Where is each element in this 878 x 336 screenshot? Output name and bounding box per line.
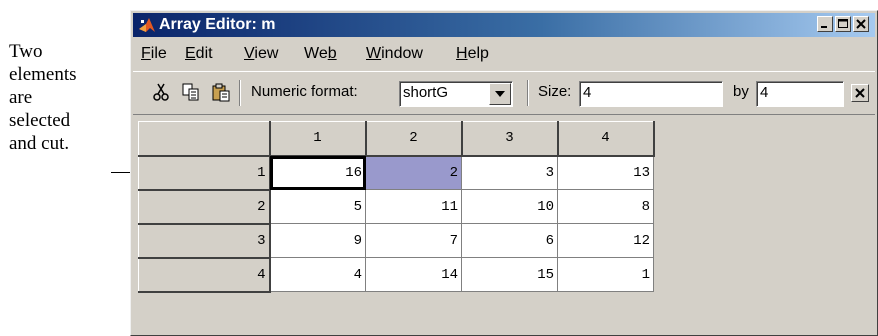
grid-cell[interactable]: 7 — [365, 223, 462, 258]
grid-cell[interactable]: 10 — [461, 189, 558, 224]
array-grid: 1 2 3 4 1 16 2 3 13 2 5 11 10 8 3 9 7 6 … — [138, 121, 655, 293]
grid-cell[interactable]: 13 — [557, 155, 654, 190]
row-header[interactable]: 2 — [138, 189, 271, 225]
column-header[interactable]: 3 — [461, 121, 559, 157]
menu-view[interactable]: View — [244, 41, 278, 67]
close-icon — [856, 19, 866, 29]
row-header[interactable]: 1 — [138, 155, 271, 191]
maximize-button[interactable] — [835, 16, 851, 32]
annotation-line: elements — [9, 64, 77, 85]
size-cols-value: 4 — [760, 84, 769, 101]
grid-corner[interactable] — [138, 121, 271, 157]
menu-window[interactable]: Window — [366, 41, 423, 67]
table-row: 4 4 14 15 1 — [138, 257, 654, 293]
table-row: 2 5 11 10 8 — [138, 189, 654, 225]
menu-help[interactable]: Help — [456, 41, 489, 67]
column-header[interactable]: 2 — [365, 121, 463, 157]
column-header[interactable]: 1 — [269, 121, 367, 157]
grid-cell[interactable]: 9 — [269, 223, 366, 258]
grid-cell[interactable]: 6 — [461, 223, 558, 258]
close-icon — [855, 88, 865, 98]
grid-cell[interactable]: 1 — [557, 257, 654, 292]
array-editor-window: Array Editor: m File Edit View Web Windo… — [130, 10, 878, 336]
menu-bar: File Edit View Web Window Help — [133, 41, 875, 67]
grid-cell[interactable]: 12 — [557, 223, 654, 258]
grid-cell[interactable]: 15 — [461, 257, 558, 292]
grid-cell[interactable]: 11 — [365, 189, 462, 224]
minimize-icon — [821, 26, 827, 28]
annotation-line: Two — [9, 41, 43, 62]
size-by-label: by — [733, 83, 749, 100]
menu-web[interactable]: Web — [304, 41, 337, 67]
size-rows-value: 4 — [583, 84, 592, 101]
paste-icon[interactable] — [211, 82, 231, 102]
grid-cell[interactable]: 5 — [269, 189, 366, 224]
size-label: Size: — [538, 83, 572, 100]
numeric-format-select[interactable]: shortG — [399, 81, 513, 107]
matlab-logo-icon — [139, 18, 155, 32]
window-title: Array Editor: m — [159, 16, 276, 33]
annotation-line: are — [9, 87, 33, 108]
menu-file[interactable]: File — [141, 41, 167, 67]
grid-cell[interactable]: 16 — [269, 155, 366, 190]
toolbar-separator — [239, 80, 241, 106]
copy-icon[interactable] — [181, 82, 201, 102]
numeric-format-value: shortG — [403, 84, 449, 101]
grid-cell-selected[interactable]: 2 — [365, 155, 462, 190]
close-editor-button[interactable] — [851, 84, 869, 102]
column-header[interactable]: 4 — [557, 121, 655, 157]
numeric-format-label: Numeric format: — [251, 83, 358, 100]
table-row: 3 9 7 6 12 — [138, 223, 654, 259]
column-header-row: 1 2 3 4 — [138, 121, 655, 157]
annotation-line: selected — [9, 110, 71, 131]
toolbar-separator — [527, 80, 529, 106]
chevron-down-icon — [495, 91, 505, 97]
minimize-button[interactable] — [817, 16, 833, 32]
row-header[interactable]: 4 — [138, 257, 271, 293]
numeric-format-dropdown-button[interactable] — [489, 83, 511, 105]
row-header[interactable]: 3 — [138, 223, 271, 259]
size-rows-input[interactable]: 4 — [579, 81, 723, 107]
size-cols-input[interactable]: 4 — [756, 81, 844, 107]
cut-icon[interactable] — [151, 82, 171, 102]
table-row: 1 16 2 3 13 — [138, 155, 654, 191]
title-bar[interactable]: Array Editor: m — [133, 13, 875, 37]
grid-cell[interactable]: 4 — [269, 257, 366, 292]
grid-cell[interactable]: 3 — [461, 155, 558, 190]
toolbar: Numeric format: shortG Size: 4 by 4 — [133, 71, 875, 115]
annotation-line: and cut. — [9, 133, 70, 154]
grid-cell[interactable]: 14 — [365, 257, 462, 292]
grid-cell[interactable]: 8 — [557, 189, 654, 224]
annotation-text: Two elements are selected and cut. — [9, 40, 119, 155]
close-button[interactable] — [853, 16, 869, 32]
maximize-icon — [838, 19, 848, 28]
menu-edit[interactable]: Edit — [185, 41, 213, 67]
